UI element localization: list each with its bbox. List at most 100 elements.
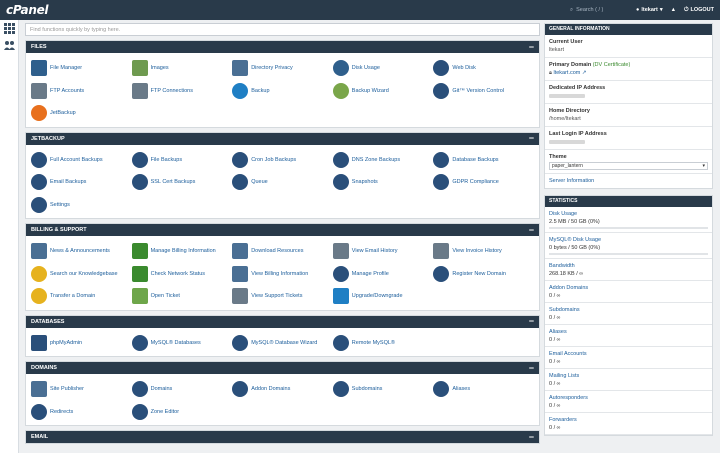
tool-view-billing-information[interactable]: View Billing Information <box>232 263 333 286</box>
stat-label[interactable]: Bandwidth <box>549 262 708 270</box>
tool-file-manager[interactable]: File Manager <box>31 57 132 80</box>
tool-web-disk[interactable]: Web Disk <box>433 57 534 80</box>
panel-header[interactable]: JetBackup − <box>26 132 539 145</box>
home-directory-value: /home/ltekart <box>549 116 581 122</box>
stat-label[interactable]: Disk Usage <box>549 210 708 218</box>
stat-autoresponders: Autoresponders 0 / ∞ <box>545 391 712 413</box>
theme-select[interactable]: paper_lantern ▾ <box>549 162 708 170</box>
tool-view-invoice-history[interactable]: View Invoice History <box>433 240 534 263</box>
users-icon[interactable] <box>4 40 15 51</box>
collapse-icon[interactable]: − <box>529 42 534 52</box>
dv-certificate-link[interactable]: (DV Certificate) <box>593 62 631 68</box>
tool-backup-wizard[interactable]: Backup Wizard <box>332 80 434 103</box>
tool-label: Settings <box>50 201 70 208</box>
tool-label: File Manager <box>50 65 83 72</box>
tool-mysql-databases[interactable]: MySQL® Databases <box>131 332 233 355</box>
tool-mysql-database-wizard[interactable]: MySQL® Database Wizard <box>232 332 333 355</box>
tool-directory-privacy[interactable]: Directory Privacy <box>232 57 333 80</box>
tool-upgrade-downgrade[interactable]: Upgrade/Downgrade <box>332 285 434 308</box>
panel-header[interactable]: Databases − <box>26 315 539 328</box>
collapse-icon[interactable]: − <box>529 225 534 235</box>
tool-redirects[interactable]: Redirects <box>31 401 132 424</box>
tool-ftp-connections[interactable]: FTP Connections <box>131 80 233 103</box>
tool-label: Open Ticket <box>150 293 180 300</box>
tool-manage-profile[interactable]: Manage Profile <box>332 263 434 286</box>
stat-label[interactable]: Forwarders <box>549 416 708 424</box>
panel-header[interactable]: Domains − <box>26 362 539 374</box>
panel-header[interactable]: Files − <box>26 41 539 53</box>
collapse-icon[interactable]: − <box>529 134 534 143</box>
tool-label: Full Account Backups <box>50 156 103 163</box>
tool-label: GDPR Compliance <box>452 179 499 186</box>
stat-label[interactable]: Mailing Lists <box>549 372 708 380</box>
find-functions-input[interactable]: Find functions quickly by typing here. <box>25 23 540 36</box>
top-search-placeholder: Search ( / ) <box>576 7 604 13</box>
collapse-icon[interactable]: − <box>529 432 534 442</box>
tool-git-version-control[interactable]: Git™ Version Control <box>433 80 534 103</box>
tool-ftp-accounts[interactable]: FTP Accounts <box>31 80 132 103</box>
tool-label: View Support Tickets <box>251 293 303 300</box>
upgrade-downgrade-icon <box>332 288 349 305</box>
tool-transfer-a-domain[interactable]: Transfer a Domain <box>31 285 132 308</box>
panel-header[interactable]: Email − <box>26 431 539 443</box>
stat-label[interactable]: Addon Domains <box>549 284 708 292</box>
tool-zone-editor[interactable]: Zone Editor <box>131 401 233 424</box>
tool-settings[interactable]: Settings <box>31 194 132 217</box>
tool-disk-usage[interactable]: Disk Usage <box>332 57 434 80</box>
panel-title: Domains <box>31 365 57 371</box>
collapse-icon[interactable]: − <box>529 317 534 326</box>
tool-database-backups[interactable]: Database Backups <box>433 149 534 172</box>
tool-remote-mysql[interactable]: Remote MySQL® <box>332 332 434 355</box>
primary-domain-link[interactable]: ltekart.com <box>553 70 580 76</box>
tool-manage-billing-information[interactable]: Manage Billing Information <box>131 240 233 263</box>
stat-subdomains: Subdomains 0 / ∞ <box>545 303 712 325</box>
logout-link[interactable]: ⏻ LOGOUT <box>684 7 714 14</box>
tool-search-our-knowledgebase[interactable]: Search our Knowledgebase <box>31 263 132 286</box>
search-icon: ⌕ <box>570 6 574 13</box>
tool-news-announcements[interactable]: News & Announcements <box>31 240 132 263</box>
tool-label: Remote MySQL® <box>351 339 395 346</box>
tool-queue[interactable]: Queue <box>232 171 333 194</box>
tool-file-backups[interactable]: File Backups <box>131 149 233 172</box>
tool-view-support-tickets[interactable]: View Support Tickets <box>232 285 333 308</box>
stat-label[interactable]: Autoresponders <box>549 394 708 402</box>
external-link-icon[interactable]: ↗ <box>582 70 587 76</box>
redacted-ip <box>549 93 585 98</box>
stat-label[interactable]: MySQL® Disk Usage <box>549 236 708 244</box>
stat-label[interactable]: Aliases <box>549 328 708 336</box>
user-menu[interactable]: ● ltekart ▾ <box>636 7 663 13</box>
tool-addon-domains[interactable]: Addon Domains <box>232 378 333 401</box>
tool-images[interactable]: Images <box>131 57 233 80</box>
grid-icon[interactable] <box>4 23 15 34</box>
tool-aliases[interactable]: Aliases <box>433 378 534 401</box>
tool-ssl-cert-backups[interactable]: SSL Cert Backups <box>131 171 233 194</box>
tool-cron-job-backups[interactable]: Cron Job Backups <box>232 149 333 172</box>
tool-open-ticket[interactable]: Open Ticket <box>131 285 233 308</box>
current-user-label: Current User <box>549 39 583 45</box>
stat-bandwidth: Bandwidth 268.18 KB / ∞ <box>545 259 712 281</box>
tool-jetbackup[interactable]: JetBackup <box>31 102 132 125</box>
collapse-icon[interactable]: − <box>529 363 534 373</box>
tool-gdpr-compliance[interactable]: GDPR Compliance <box>433 171 534 194</box>
panel-header[interactable]: Billing & Support − <box>26 224 539 236</box>
tool-snapshots[interactable]: Snapshots <box>332 171 434 194</box>
tool-label: Images <box>150 65 169 72</box>
cpanel-logo[interactable]: cPanel <box>6 3 49 17</box>
tool-email-backups[interactable]: Email Backups <box>31 171 132 194</box>
tool-register-new-domain[interactable]: Register New Domain <box>433 263 534 286</box>
tool-dns-zone-backups[interactable]: DNS Zone Backups <box>332 149 434 172</box>
stat-label[interactable]: Subdomains <box>549 306 708 314</box>
top-search[interactable]: ⌕ Search ( / ) <box>570 7 628 14</box>
tool-phpmyadmin[interactable]: phpMyAdmin <box>31 332 132 355</box>
tool-subdomains[interactable]: Subdomains <box>332 378 434 401</box>
stat-label[interactable]: Email Accounts <box>549 350 708 358</box>
tool-backup[interactable]: Backup <box>232 80 333 103</box>
tool-site-publisher[interactable]: Site Publisher <box>31 378 132 401</box>
tool-download-resources[interactable]: Download Resources <box>232 240 333 263</box>
tool-full-account-backups[interactable]: Full Account Backups <box>31 149 132 172</box>
bell-icon[interactable]: ▲ <box>671 7 676 13</box>
server-information-link[interactable]: Server Information <box>549 177 708 185</box>
tool-view-email-history[interactable]: View Email History <box>332 240 434 263</box>
tool-domains[interactable]: Domains <box>131 378 233 401</box>
tool-check-network-status[interactable]: Check Network Status <box>131 263 233 286</box>
